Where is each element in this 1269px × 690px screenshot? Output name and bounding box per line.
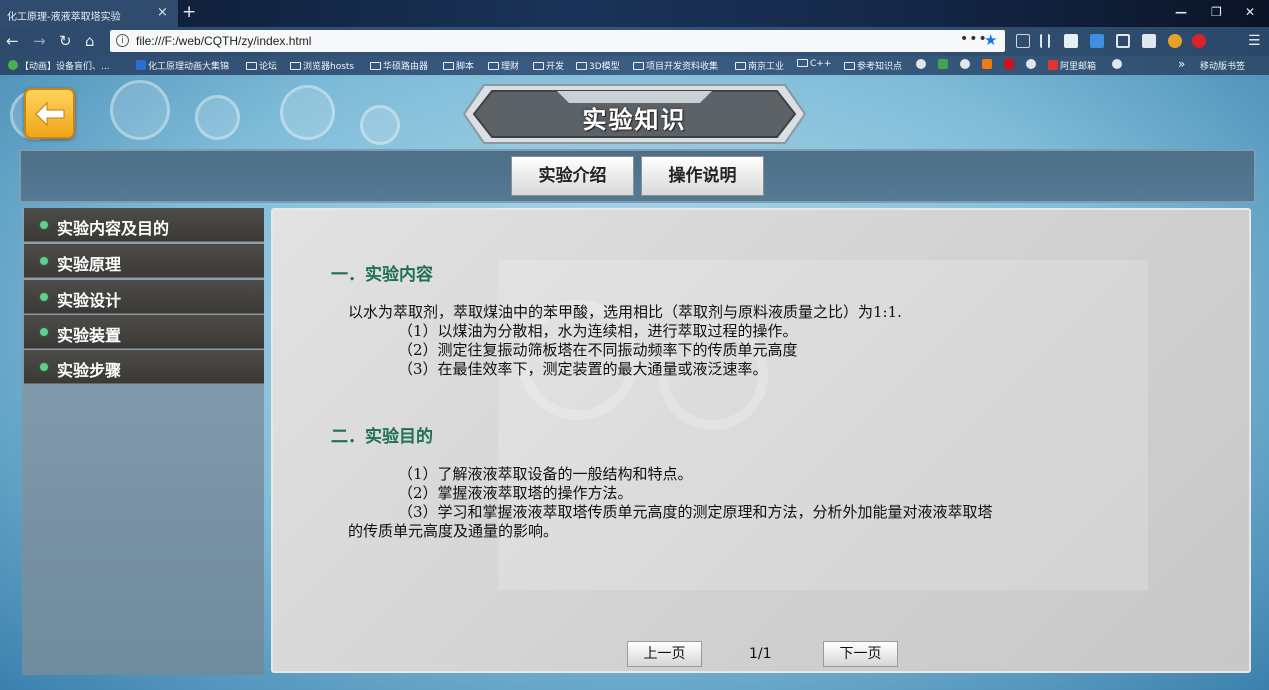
back-arrow-icon[interactable]: ← <box>6 32 19 50</box>
content-line: （3）在最佳效率下，测定装置的最大通量或液泛速率。 <box>398 360 768 378</box>
menu-icon[interactable]: ☰ <box>1248 33 1261 49</box>
decor-bubble <box>195 95 240 140</box>
bullet-icon <box>40 328 48 336</box>
info-icon[interactable]: i <box>116 34 129 47</box>
bullet-icon <box>40 257 48 265</box>
bookmark-folder[interactable]: 开发 <box>533 59 564 72</box>
bookmark-star-icon[interactable]: ★ <box>984 31 997 49</box>
window-close-icon[interactable]: ✕ <box>1245 5 1255 19</box>
bookmark-item[interactable]: 阿里邮箱 <box>1048 59 1096 72</box>
translate-icon[interactable] <box>1090 34 1104 48</box>
sidebar-item-steps[interactable]: 实验步骤 <box>24 350 264 384</box>
back-button[interactable] <box>24 88 75 139</box>
adblock-icon[interactable] <box>1192 34 1206 48</box>
browser-tab[interactable]: 化工原理-液液萃取塔实验 × <box>0 0 178 27</box>
decor-bubble <box>360 105 400 145</box>
screenshot-icon[interactable] <box>1142 34 1156 48</box>
bookmark-item[interactable]: 【动画】设备盲们、... <box>8 59 110 72</box>
content-panel: 一．实验内容 以水为萃取剂，萃取煤油中的苯甲酸，选用相比（萃取剂与原料液质量之比… <box>271 208 1251 673</box>
globe-icon[interactable] <box>1112 59 1124 71</box>
instructions-button[interactable]: 操作说明 <box>641 156 764 196</box>
page-title-banner: 实验知识 <box>462 83 807 145</box>
bookmark-item[interactable]: 化工原理动画大集锦 <box>136 59 229 72</box>
close-tab-icon[interactable]: × <box>157 5 168 20</box>
content-line: 的传质单元高度及通量的影响。 <box>348 522 559 540</box>
url-text[interactable]: file:///F:/web/CQTH/zy/index.html <box>136 34 311 48</box>
taobao-icon[interactable] <box>982 59 994 71</box>
mail-icon[interactable] <box>1116 34 1130 48</box>
mobile-bookmarks[interactable]: 移动版书签 <box>1200 59 1245 72</box>
sidebar-item-design[interactable]: 实验设计 <box>24 280 264 314</box>
address-bar[interactable]: i file:///F:/web/CQTH/zy/index.html ••• … <box>110 30 1005 52</box>
sidebar-item-content-purpose[interactable]: 实验内容及目的 <box>24 208 264 242</box>
sidebar-item-label: 实验原理 <box>57 255 122 274</box>
section-heading: 一．实验内容 <box>331 265 433 285</box>
new-tab-button[interactable]: + <box>182 2 196 22</box>
bookmark-folder[interactable]: 参考知识点 <box>844 59 902 72</box>
content-line: 以水为萃取剂，萃取煤油中的苯甲酸，选用相比（萃取剂与原料液质量之比）为1:1. <box>348 303 902 321</box>
bullet-icon <box>40 293 48 301</box>
content-line: （2）掌握液液萃取塔的操作方法。 <box>398 484 633 502</box>
navigation-bar: ← → ↻ ⌂ i file:///F:/web/CQTH/zy/index.h… <box>0 27 1269 56</box>
app-page: 实验知识 实验介绍 操作说明 实验内容及目的 实验原理 实验设计 实验装置 实验… <box>0 75 1269 690</box>
bullet-icon <box>40 221 48 229</box>
minimize-icon[interactable]: — <box>1175 5 1187 19</box>
content-line: （2）测定往复振动筛板塔在不同振动频率下的传质单元高度 <box>398 341 798 359</box>
sidebar-item-label: 实验步骤 <box>57 361 122 380</box>
bookmark-folder[interactable]: C++ <box>797 59 831 69</box>
content-line: （3）学习和掌握液液萃取塔传质单元高度的测定原理和方法，分析外加能量对液液萃取塔 <box>398 503 993 521</box>
bullet-icon <box>40 363 48 371</box>
bookmark-folder[interactable]: 3D模型 <box>576 59 620 72</box>
bookmark-folder[interactable]: 华硕路由器 <box>370 59 428 72</box>
globe-icon[interactable] <box>960 59 972 71</box>
prev-page-button[interactable]: 上一页 <box>627 641 702 667</box>
intro-button[interactable]: 实验介绍 <box>511 156 634 196</box>
globe-icon[interactable] <box>1026 59 1038 71</box>
jd-icon[interactable] <box>1004 59 1016 71</box>
monkey-icon[interactable] <box>1168 34 1182 48</box>
tab-title: 化工原理-液液萃取塔实验 <box>7 12 121 23</box>
forward-arrow-icon[interactable]: → <box>33 32 46 50</box>
sidebar-item-label: 实验设计 <box>57 291 122 310</box>
content-line: （1）了解液液萃取设备的一般结构和特点。 <box>398 465 693 483</box>
bookmark-folder[interactable]: 论坛 <box>246 59 277 72</box>
section-heading: 二．实验目的 <box>331 427 433 447</box>
library-icon[interactable] <box>1040 34 1050 48</box>
sidebar-item-label: 实验内容及目的 <box>57 219 170 238</box>
next-page-button[interactable]: 下一页 <box>823 641 898 667</box>
bookmark-folder[interactable]: 项目开发资料收集 <box>633 59 718 72</box>
bookmark-folder[interactable]: 脚本 <box>443 59 474 72</box>
sidebar-item-apparatus[interactable]: 实验装置 <box>24 315 264 349</box>
bookmarks-toolbar: 【动画】设备盲们、... 化工原理动画大集锦 论坛 浏览器hosts 华硕路由器… <box>0 56 1269 75</box>
bookmark-folder[interactable]: 浏览器hosts <box>290 59 354 72</box>
decor-bubble <box>280 85 335 140</box>
top-nav-bar: 实验介绍 操作说明 <box>19 149 1256 203</box>
decor-bubble <box>110 80 170 140</box>
extension-icon[interactable] <box>1016 34 1030 48</box>
sidebar-item-principle[interactable]: 实验原理 <box>24 244 264 278</box>
sidebar-toggle-icon[interactable] <box>1064 34 1078 48</box>
content-line: （1）以煤油为分散相，水为连续相，进行萃取过程的操作。 <box>398 322 798 340</box>
back-arrow-icon <box>35 101 65 127</box>
page-indicator: 1/1 <box>749 646 772 662</box>
bookmark-folder[interactable]: 南京工业 <box>735 59 784 72</box>
bookmark-icon[interactable] <box>938 59 950 71</box>
sidebar-item-label: 实验装置 <box>57 326 122 345</box>
bookmarks-overflow-icon[interactable]: » <box>1178 57 1185 71</box>
home-icon[interactable]: ⌂ <box>85 32 95 50</box>
page-title: 实验知识 <box>582 106 687 134</box>
bookmark-folder[interactable]: 理财 <box>488 59 519 72</box>
browser-tab-bar: 化工原理-液液萃取塔实验 × + — ❐ ✕ <box>0 0 1269 27</box>
restore-icon[interactable]: ❐ <box>1211 5 1222 19</box>
globe-icon[interactable] <box>916 59 928 71</box>
sidebar: 实验内容及目的 实验原理 实验设计 实验装置 实验步骤 <box>22 208 264 675</box>
reload-icon[interactable]: ↻ <box>59 32 72 50</box>
